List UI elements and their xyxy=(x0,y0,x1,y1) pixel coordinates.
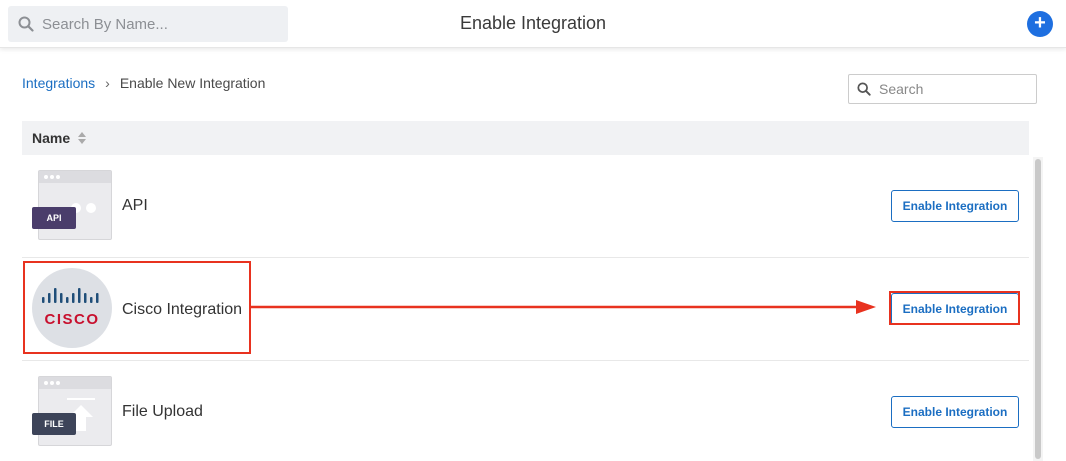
table-row: FILE File Upload Enable Integration xyxy=(22,361,1029,461)
integration-name: API xyxy=(122,197,148,214)
file-tag: FILE xyxy=(32,413,76,435)
search-icon xyxy=(857,82,871,96)
api-icon xyxy=(38,170,112,240)
integration-name: File Upload xyxy=(122,403,203,420)
file-upload-icon xyxy=(38,376,112,446)
breadcrumb-current: Enable New Integration xyxy=(119,75,266,91)
table-header-name[interactable]: Name xyxy=(22,121,1029,155)
column-name-label: Name xyxy=(32,130,71,146)
scrollbar-thumb[interactable] xyxy=(1035,159,1041,459)
enable-integration-button[interactable]: Enable Integration xyxy=(891,396,1019,428)
scrollbar[interactable] xyxy=(1033,157,1043,461)
global-search-placeholder: Search By Name... xyxy=(42,15,168,33)
annotation-highlight-cisco xyxy=(23,261,251,354)
breadcrumb-separator: › xyxy=(105,75,110,91)
top-bar: Search By Name... Enable Integration + xyxy=(0,0,1066,48)
breadcrumb: Integrations › Enable New Integration xyxy=(22,75,265,91)
list-search-placeholder: Search xyxy=(879,81,924,97)
add-button[interactable]: + xyxy=(1027,11,1053,37)
list-search-input[interactable]: Search xyxy=(848,74,1037,104)
annotation-highlight-button xyxy=(889,291,1020,325)
api-tag: API xyxy=(32,207,76,229)
sort-icon[interactable] xyxy=(78,132,87,144)
enable-integration-button[interactable]: Enable Integration xyxy=(891,190,1019,222)
search-icon xyxy=(18,16,34,32)
global-search-input[interactable]: Search By Name... xyxy=(8,6,288,42)
breadcrumb-integrations-link[interactable]: Integrations xyxy=(22,75,95,91)
table-row: API API Enable Integration xyxy=(22,155,1029,258)
